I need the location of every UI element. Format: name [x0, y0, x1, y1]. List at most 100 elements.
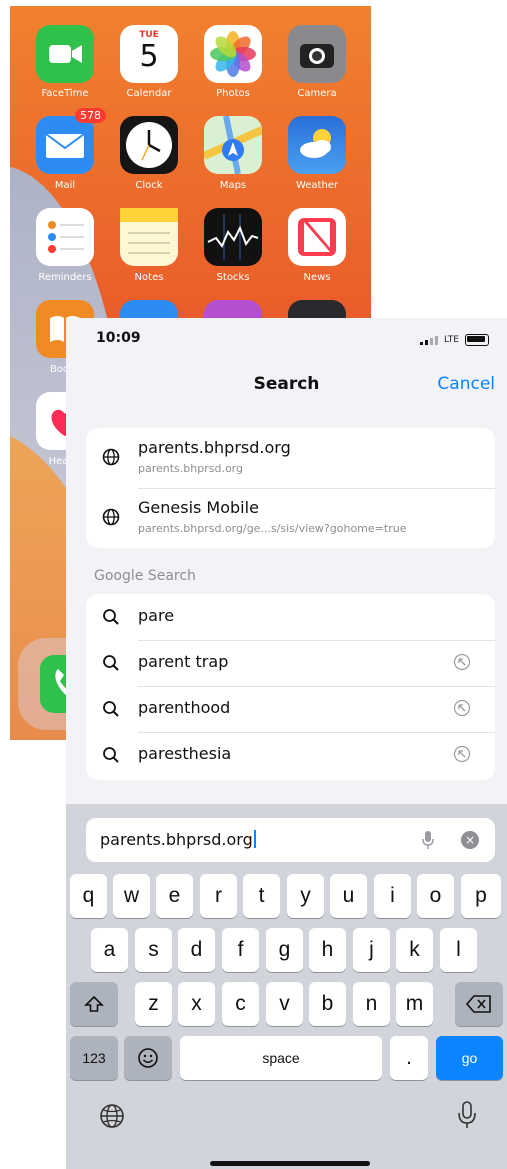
keyboard-area: parents.bhprsd.org × q w e r t y u i o p… — [66, 804, 507, 1169]
weather-app-icon[interactable] — [288, 116, 346, 174]
key-d[interactable]: d — [178, 928, 215, 972]
text-caret — [253, 830, 256, 848]
app-label: Camera — [297, 88, 337, 99]
key-e[interactable]: e — [156, 874, 193, 918]
key-a[interactable]: a — [91, 928, 128, 972]
key-i[interactable]: i — [374, 874, 411, 918]
status-time: 10:09 — [96, 330, 141, 346]
key-m[interactable]: m — [396, 982, 433, 1026]
stocks-app-icon[interactable] — [204, 208, 262, 266]
key-r[interactable]: r — [200, 874, 237, 918]
clear-text-icon[interactable]: × — [461, 831, 479, 849]
go-key[interactable]: go — [436, 1036, 503, 1080]
google-search-label: Google Search — [94, 568, 196, 584]
fill-suggestion-icon[interactable] — [453, 653, 471, 671]
search-suggestion-row[interactable]: parent trap — [86, 640, 495, 686]
backspace-icon — [465, 995, 491, 1013]
site-title: parents.bhprsd.org — [138, 438, 291, 457]
network-type: LTE — [444, 335, 459, 345]
app-label: Stocks — [216, 272, 250, 283]
emoji-key[interactable] — [124, 1036, 172, 1080]
key-w[interactable]: w — [113, 874, 150, 918]
search-suggestion-row[interactable]: paresthesia — [86, 732, 495, 778]
site-suggestions-card: parents.bhprsd.org parents.bhprsd.org Ge… — [86, 428, 495, 548]
key-j[interactable]: j — [353, 928, 390, 972]
app-label: FaceTime — [41, 88, 89, 99]
key-z[interactable]: z — [135, 982, 172, 1026]
key-o[interactable]: o — [417, 874, 454, 918]
key-k[interactable]: k — [396, 928, 433, 972]
app-label: Weather — [295, 180, 339, 191]
url-input-text[interactable]: parents.bhprsd.org — [100, 830, 256, 849]
app-label: Maps — [219, 180, 247, 191]
signal-icon — [420, 335, 439, 345]
key-t[interactable]: t — [243, 874, 280, 918]
space-key[interactable]: space — [180, 1036, 382, 1080]
camera-app-icon[interactable] — [288, 25, 346, 83]
shift-key[interactable] — [70, 982, 118, 1026]
calendar-app-icon[interactable]: TUE 5 — [120, 25, 178, 83]
reminders-app-icon[interactable] — [36, 208, 94, 266]
suggestion-text: parenthood — [138, 698, 231, 717]
globe-icon[interactable] — [98, 1102, 126, 1130]
battery-icon — [465, 334, 489, 346]
app-label: Calendar — [126, 88, 172, 99]
shift-icon — [84, 995, 104, 1012]
key-v[interactable]: v — [266, 982, 303, 1026]
site-title: Genesis Mobile — [138, 498, 259, 517]
clock-app-icon[interactable] — [120, 116, 178, 174]
key-p[interactable]: p — [461, 874, 501, 918]
dictation-microphone-icon[interactable] — [456, 1100, 478, 1130]
calendar-date: 5 — [139, 39, 159, 74]
app-label: Photos — [216, 88, 250, 99]
key-x[interactable]: x — [178, 982, 215, 1026]
key-y[interactable]: y — [287, 874, 324, 918]
notes-app-icon[interactable] — [120, 208, 178, 266]
site-url: parents.bhprsd.org — [138, 462, 243, 475]
search-suggestion-row[interactable]: pare — [86, 594, 495, 640]
maps-app-icon[interactable] — [202, 115, 264, 175]
key-g[interactable]: g — [266, 928, 303, 972]
fill-suggestion-icon[interactable] — [453, 699, 471, 717]
app-label: Reminders — [38, 272, 92, 283]
mail-app-icon[interactable]: 578 — [36, 108, 106, 174]
app-label: Mail — [54, 180, 76, 191]
safari-search-sheet: 10:09 LTE Search Cancel parents.bhprsd.o… — [66, 318, 507, 1169]
news-app-icon[interactable] — [288, 208, 346, 266]
search-icon — [103, 655, 119, 671]
search-icon — [103, 609, 119, 625]
app-label: Clock — [135, 180, 163, 191]
google-suggestions-card: pare parent trap parenthood paresthesia — [86, 594, 495, 780]
key-b[interactable]: b — [309, 982, 346, 1026]
key-q[interactable]: q — [70, 874, 107, 918]
key-c[interactable]: c — [222, 982, 259, 1026]
home-indicator[interactable] — [210, 1161, 370, 1166]
key-l[interactable]: l — [440, 928, 477, 972]
site-suggestion-row[interactable]: parents.bhprsd.org parents.bhprsd.org — [86, 428, 495, 488]
numbers-key[interactable]: 123 — [70, 1036, 118, 1080]
suggestion-text: pare — [138, 606, 175, 625]
period-key[interactable]: . — [390, 1036, 428, 1080]
status-indicators: LTE — [420, 334, 489, 346]
status-bar: 10:09 LTE — [66, 318, 507, 362]
key-s[interactable]: s — [135, 928, 172, 972]
mail-badge: 578 — [75, 108, 106, 123]
search-suggestion-row[interactable]: parenthood — [86, 686, 495, 732]
cancel-button[interactable]: Cancel — [437, 374, 495, 394]
photos-app-icon[interactable] — [204, 25, 262, 83]
key-h[interactable]: h — [309, 928, 346, 972]
facetime-app-icon[interactable] — [36, 25, 94, 83]
fill-suggestion-icon[interactable] — [453, 745, 471, 763]
site-url: parents.bhprsd.org/ge...s/sis/view?gohom… — [138, 522, 407, 535]
site-suggestion-row[interactable]: Genesis Mobile parents.bhprsd.org/ge...s… — [86, 488, 495, 548]
url-input[interactable]: parents.bhprsd.org × — [86, 818, 495, 862]
delete-key[interactable] — [455, 982, 503, 1026]
suggestion-text: paresthesia — [138, 744, 232, 763]
search-icon — [103, 701, 119, 717]
microphone-icon[interactable] — [421, 830, 435, 850]
emoji-icon — [138, 1048, 158, 1068]
key-u[interactable]: u — [330, 874, 367, 918]
app-label: Notes — [134, 272, 164, 283]
key-n[interactable]: n — [353, 982, 390, 1026]
key-f[interactable]: f — [222, 928, 259, 972]
